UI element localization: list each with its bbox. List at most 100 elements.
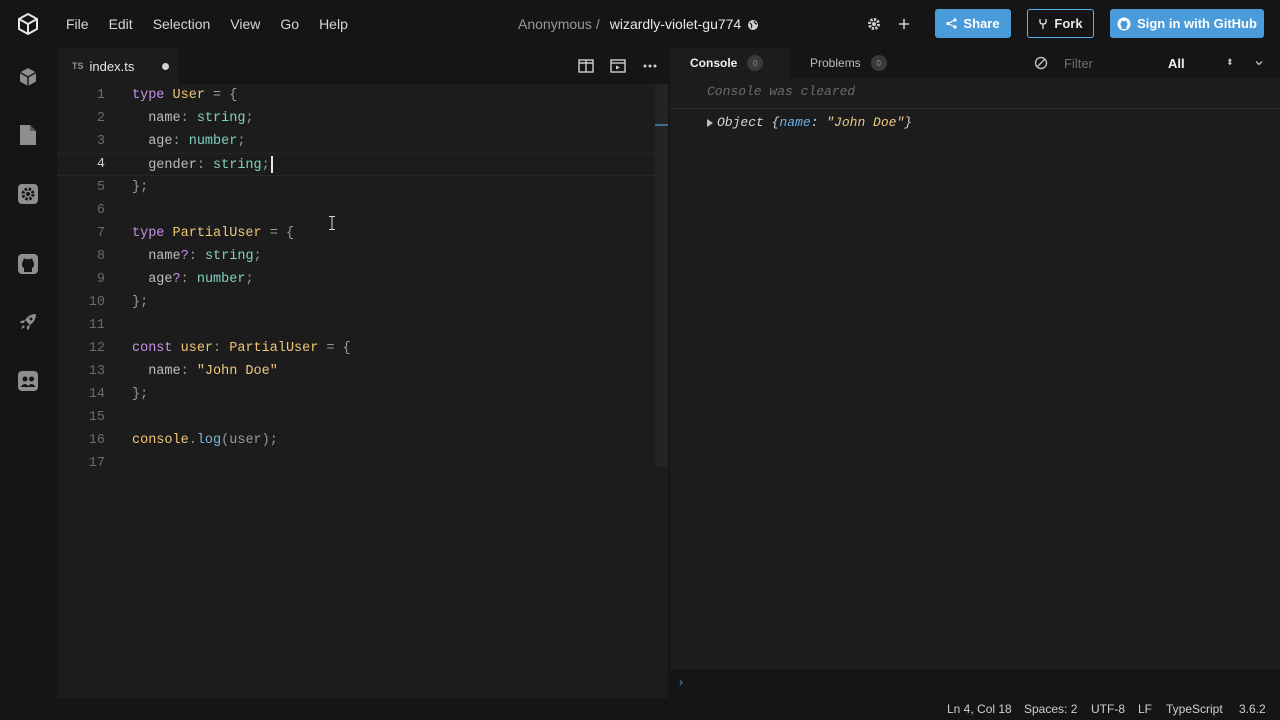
status-version[interactable]: 3.6.2: [1239, 702, 1266, 716]
share-icon: [946, 18, 958, 29]
menu-edit[interactable]: Edit: [101, 0, 141, 48]
log-level-select[interactable]: All: [1168, 56, 1185, 71]
editor-actions: [576, 56, 660, 76]
fork-button[interactable]: Fork: [1027, 9, 1094, 38]
panel-tab-bar: Console 0 Problems 0 Filter All ⬍: [670, 48, 1280, 78]
log-suffix: }: [904, 115, 913, 130]
fork-icon: [1039, 18, 1048, 29]
breadcrumb: Anonymous / wizardly-violet-gu774: [518, 0, 759, 48]
cursor-position-marker: [655, 124, 668, 126]
console-log-entry[interactable]: Object {name: "John Doe"}: [670, 109, 1280, 138]
menu-view[interactable]: View: [222, 0, 268, 48]
line-number: 12: [88, 341, 105, 356]
line-number: 5: [96, 180, 105, 195]
line-number: 7: [96, 226, 105, 241]
code-text: const user: PartialUser = {: [132, 341, 351, 356]
code-line: 2 name: string;: [57, 107, 668, 130]
github-icon: [1117, 17, 1131, 30]
code-line: 5 };: [57, 176, 668, 199]
line-number: 3: [96, 134, 105, 149]
code-text: age?: number;: [148, 272, 254, 287]
top-bar: File Edit Selection View Go Help Anonymo…: [0, 0, 1280, 48]
plus-icon[interactable]: [894, 14, 914, 34]
menu-go[interactable]: Go: [272, 0, 307, 48]
status-indentation[interactable]: Spaces: 2: [1024, 702, 1077, 716]
status-language[interactable]: TypeScript: [1166, 702, 1223, 716]
code-line: 8 name?: string;: [57, 245, 668, 268]
expand-triangle-icon[interactable]: [707, 119, 713, 127]
select-arrows-icon: ⬍: [1226, 57, 1234, 67]
line-number: 2: [96, 111, 105, 126]
menu-selection[interactable]: Selection: [145, 0, 219, 48]
line-number: 8: [96, 249, 105, 264]
file-icon[interactable]: [16, 123, 40, 147]
menu-bar: File Edit Selection View Go Help: [58, 0, 360, 48]
code-line: 11: [57, 314, 668, 337]
code-line-current: 4 gender: string;: [57, 153, 668, 176]
console-input[interactable]: ›: [670, 669, 1280, 698]
codesandbox-logo-icon[interactable]: [0, 0, 56, 48]
text-cursor-icon: [329, 216, 335, 230]
code-line: 15: [57, 406, 668, 429]
code-text: };: [132, 295, 149, 310]
console-count-badge: 0: [747, 55, 764, 71]
line-number: 11: [88, 318, 105, 333]
console-output: Console was cleared Object {name: "John …: [670, 78, 1280, 138]
menu-file[interactable]: File: [58, 0, 97, 48]
code-text: name: "John Doe": [148, 364, 278, 379]
activity-bar: [0, 48, 57, 698]
cube-icon[interactable]: [16, 65, 40, 89]
line-number: 13: [88, 364, 105, 379]
breadcrumb-owner[interactable]: Anonymous /: [518, 16, 600, 32]
sandbox-name[interactable]: wizardly-violet-gu774: [610, 16, 742, 32]
line-number: 16: [88, 433, 105, 448]
console-cleared-message: Console was cleared: [670, 78, 1280, 109]
problems-tab-label: Problems: [810, 56, 861, 70]
code-line: 9 age?: number;: [57, 268, 668, 291]
fork-label: Fork: [1054, 16, 1083, 31]
split-editor-icon[interactable]: [576, 56, 596, 76]
sign-in-label: Sign in with GitHub: [1137, 16, 1257, 31]
line-number: 17: [88, 456, 105, 471]
unsaved-dot-icon[interactable]: [162, 63, 169, 70]
github-icon[interactable]: [16, 252, 40, 276]
code-line: 1 type User = {: [57, 84, 668, 107]
console-panel: Console 0 Problems 0 Filter All ⬍ Consol…: [670, 48, 1280, 698]
tab-problems[interactable]: Problems 0: [810, 48, 930, 78]
tab-console[interactable]: Console 0: [670, 48, 790, 78]
filter-input[interactable]: Filter: [1064, 56, 1093, 71]
log-prefix: Object {: [717, 115, 780, 130]
status-encoding[interactable]: UTF-8: [1091, 702, 1125, 716]
console-tab-label: Console: [690, 56, 738, 70]
rocket-icon[interactable]: [16, 310, 40, 334]
code-text: name: string;: [148, 111, 254, 126]
log-separator: :: [810, 115, 827, 130]
code-line: 13 name: "John Doe": [57, 360, 668, 383]
code-line: 10 };: [57, 291, 668, 314]
code-line: 14 };: [57, 383, 668, 406]
problems-count-badge: 0: [870, 55, 887, 71]
open-preview-icon[interactable]: [608, 56, 628, 76]
menu-help[interactable]: Help: [311, 0, 356, 48]
line-number: 9: [96, 272, 105, 287]
more-actions-icon[interactable]: [640, 56, 660, 76]
sign-in-github-button[interactable]: Sign in with GitHub: [1110, 9, 1264, 38]
status-cursor-position[interactable]: Ln 4, Col 18: [947, 702, 1012, 716]
people-icon[interactable]: [16, 369, 40, 393]
clear-console-icon[interactable]: [1034, 56, 1048, 70]
settings-gear-icon[interactable]: [864, 14, 884, 34]
editor-scrollbar[interactable]: [655, 84, 668, 467]
line-number: 6: [96, 203, 105, 218]
share-button[interactable]: Share: [935, 9, 1011, 38]
status-eol[interactable]: LF: [1138, 702, 1152, 716]
tab-index-ts[interactable]: TS index.ts: [57, 48, 178, 84]
code-line: 16 console.log(user);: [57, 429, 668, 452]
code-area[interactable]: 1 type User = { 2 name: string; 3 age: n…: [57, 84, 668, 484]
code-editor: TS index.ts 1 type User = { 2 name: stri…: [57, 48, 668, 698]
typescript-file-icon: TS: [72, 61, 84, 71]
code-text: gender: string;: [132, 155, 273, 173]
prompt-chevron-icon: ›: [679, 675, 683, 689]
code-text: };: [132, 180, 149, 195]
chevron-down-icon[interactable]: [1253, 57, 1265, 69]
settings-icon[interactable]: [16, 182, 40, 206]
